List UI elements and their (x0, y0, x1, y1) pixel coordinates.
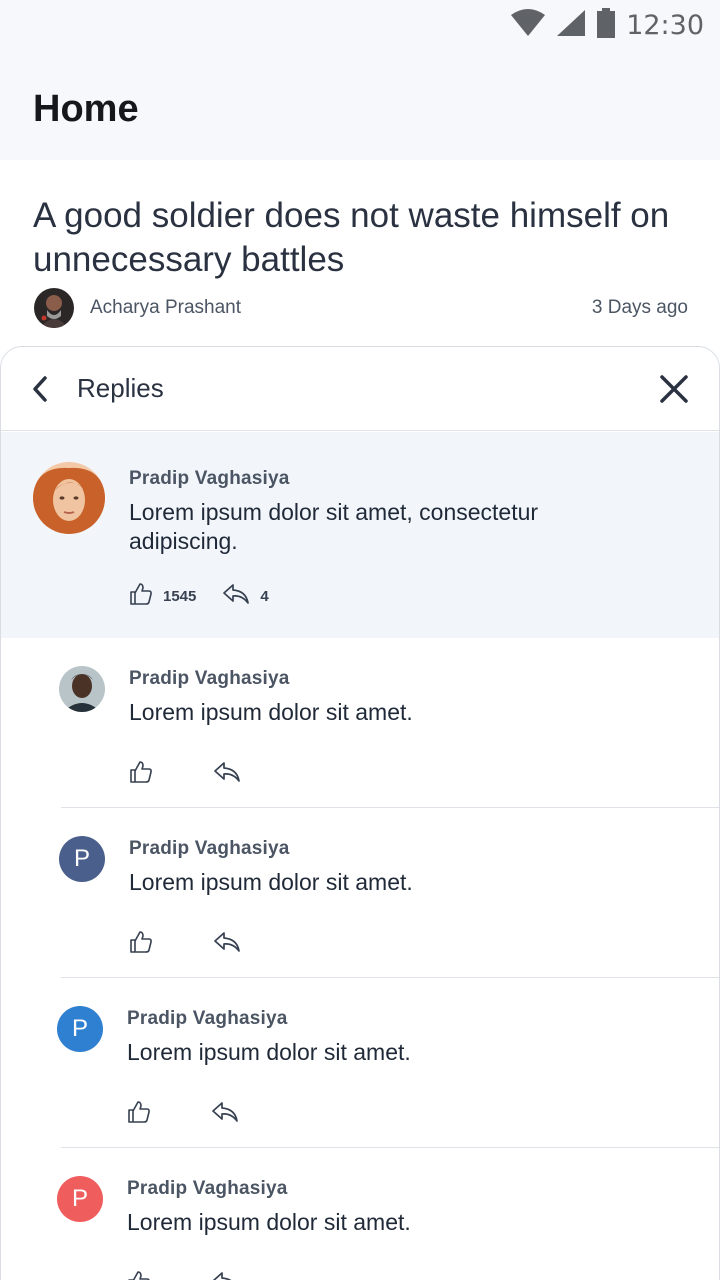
signal-icon (556, 9, 586, 42)
reply-text: Lorem ipsum dolor sit amet. (129, 699, 413, 725)
thumbs-up-icon (129, 760, 153, 788)
reply-author-name[interactable]: Pradip Vaghasiya (127, 1178, 288, 1200)
reply-text: Lorem ipsum dolor sit amet. (129, 869, 413, 895)
reply-text: Lorem ipsum dolor sit amet. (127, 1039, 411, 1065)
app-bar: 12:30 Home (0, 0, 720, 160)
reply-avatar[interactable]: P (57, 1176, 103, 1222)
reply-icon (222, 583, 250, 609)
list-item: Pradip Vaghasiya Lorem ipsum dolor sit a… (1, 638, 719, 808)
reply-author-name[interactable]: Pradip Vaghasiya (127, 1008, 288, 1030)
comment-text: Lorem ipsum dolor sit amet, consectetur … (129, 499, 539, 554)
like-button[interactable] (127, 1100, 151, 1128)
reply-actions (127, 1270, 239, 1280)
commenter-avatar[interactable] (33, 462, 105, 534)
reply-button[interactable] (211, 1271, 239, 1280)
avatar-initial: P (71, 1015, 88, 1042)
reply-text: Lorem ipsum dolor sit amet. (127, 1209, 411, 1235)
post-meta: Acharya Prashant 3 Days ago (34, 288, 688, 328)
list-item: P Pradip Vaghasiya Lorem ipsum dolor sit… (1, 808, 719, 978)
post-title[interactable]: A good soldier does not waste himself on… (33, 194, 673, 282)
like-button[interactable] (129, 760, 153, 788)
commenter-name[interactable]: Pradip Vaghasiya (129, 468, 290, 490)
author-avatar[interactable] (34, 288, 74, 328)
wifi-icon (510, 8, 546, 42)
page-title: Home (33, 88, 139, 130)
like-button[interactable] (127, 1270, 151, 1280)
thumbs-up-icon (129, 582, 153, 610)
reply-icon (211, 1271, 239, 1280)
reply-avatar[interactable]: P (57, 1006, 103, 1052)
close-icon[interactable] (657, 372, 691, 406)
reply-icon (213, 761, 241, 787)
post-timestamp: 3 Days ago (591, 297, 688, 318)
parent-comment: Pradip Vaghasiya Lorem ipsum dolor sit a… (1, 432, 719, 638)
like-button[interactable] (129, 930, 153, 958)
list-item: P Pradip Vaghasiya Lorem ipsum dolor sit… (1, 1148, 719, 1280)
reply-button[interactable] (213, 931, 241, 957)
reply-avatar[interactable] (59, 666, 105, 712)
status-time: 12:30 (626, 9, 704, 41)
avatar-initial: P (73, 845, 90, 872)
reply-actions (129, 760, 241, 788)
replies-sheet: Replies Pradip Vaghasiya Lorem ipsum dol… (0, 346, 720, 1280)
back-icon[interactable] (31, 374, 53, 404)
thumbs-up-icon (129, 930, 153, 958)
comment-actions: 1545 4 (129, 582, 269, 610)
reply-button[interactable]: 4 (222, 583, 269, 609)
reply-actions (129, 930, 241, 958)
reply-author-name[interactable]: Pradip Vaghasiya (129, 838, 290, 860)
thumbs-up-icon (127, 1270, 151, 1280)
reply-avatar[interactable]: P (59, 836, 105, 882)
reply-button[interactable] (213, 761, 241, 787)
reply-actions (127, 1100, 239, 1128)
author-name[interactable]: Acharya Prashant (90, 297, 241, 319)
reply-button[interactable] (211, 1101, 239, 1127)
reply-icon (211, 1101, 239, 1127)
like-button[interactable]: 1545 (129, 582, 196, 610)
reply-count: 4 (260, 587, 269, 605)
sheet-title: Replies (77, 373, 164, 403)
like-count: 1545 (163, 587, 197, 605)
avatar-initial: P (71, 1185, 88, 1212)
reply-author-name[interactable]: Pradip Vaghasiya (129, 668, 290, 690)
sheet-header: Replies (1, 347, 719, 431)
reply-icon (213, 931, 241, 957)
list-item: P Pradip Vaghasiya Lorem ipsum dolor sit… (1, 978, 719, 1148)
battery-icon (596, 7, 616, 43)
thumbs-up-icon (127, 1100, 151, 1128)
status-bar: 12:30 (510, 7, 704, 43)
